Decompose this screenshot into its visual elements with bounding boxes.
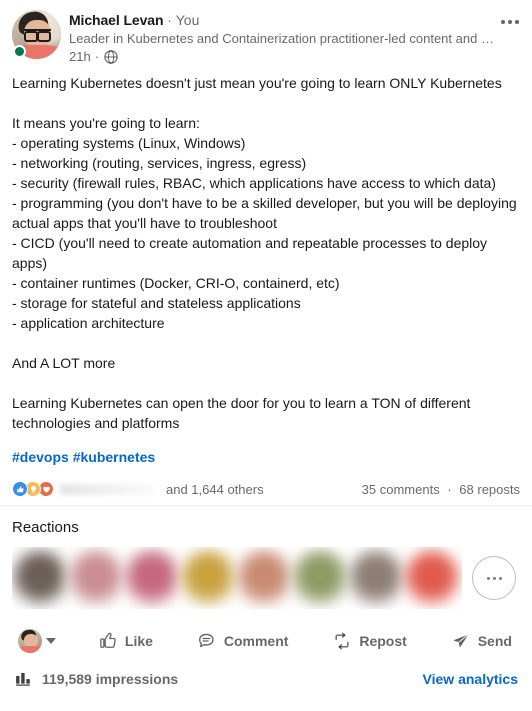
reactor-avatars[interactable] (12, 547, 462, 609)
reposts-count[interactable]: 68 reposts (459, 482, 520, 497)
avatar-photo-glasses (24, 29, 51, 42)
ellipsis-icon-dot-2 (508, 20, 512, 24)
impressions-group[interactable]: 119,589 impressions (14, 669, 178, 688)
reactions-summary[interactable]: and 1,644 others (12, 481, 264, 497)
reactions-avatar-row (12, 547, 520, 609)
author-name-line: Michael Levan · You (69, 11, 520, 29)
comment-bubble-icon (197, 631, 217, 651)
send-button[interactable]: Send (445, 625, 518, 657)
reactions-section: Reactions (0, 506, 532, 609)
author-headline: Leader in Kubernetes and Containerizatio… (69, 31, 494, 46)
comments-reposts-counts: 35 comments · 68 reposts (362, 482, 520, 497)
repost-arrows-icon (332, 631, 352, 651)
post-meta: 21h · (69, 48, 520, 65)
counts-separator: · (447, 481, 452, 497)
send-button-label: Send (477, 633, 512, 649)
analytics-bar: 119,589 impressions View analytics (0, 661, 532, 698)
repost-button-label: Repost (359, 633, 407, 649)
online-status-dot (13, 45, 26, 58)
react-as-selector[interactable] (14, 625, 60, 657)
meta-separator: · (94, 49, 100, 64)
post-action-bar: Like Comment Repost Send (0, 619, 532, 661)
post-options-button[interactable] (494, 6, 526, 38)
reactor-avatar-4[interactable] (180, 550, 236, 606)
reaction-others-count[interactable]: and 1,644 others (166, 482, 264, 497)
ellipsis-icon-dot-2 (492, 576, 496, 580)
comments-count[interactable]: 35 comments (362, 482, 440, 497)
ellipsis-icon-dot-1 (501, 20, 505, 24)
name-separator: · (167, 13, 172, 28)
reactions-title: Reactions (12, 519, 79, 536)
mini-avatar-shirt (18, 646, 42, 653)
author-avatar[interactable] (12, 10, 61, 59)
reactor-avatar-1[interactable] (12, 550, 68, 606)
user-avatar-small[interactable] (18, 629, 42, 653)
reactor-avatar-2[interactable] (68, 550, 124, 606)
ellipsis-icon-dot-1 (486, 576, 490, 580)
chevron-down-icon[interactable] (46, 638, 56, 644)
post-timestamp: 21h (69, 49, 91, 64)
reactor-avatar-3[interactable] (124, 550, 180, 606)
bar-chart-icon (14, 669, 33, 688)
author-name[interactable]: Michael Levan (69, 11, 164, 29)
author-info: Michael Levan · You Leader in Kubernetes… (69, 10, 520, 65)
repost-button[interactable]: Repost (326, 625, 412, 657)
post-header: Michael Levan · You Leader in Kubernetes… (0, 0, 532, 65)
post-hashtags: #devops #kubernetes (0, 447, 532, 467)
comment-button-label: Comment (223, 633, 289, 649)
post-text-content: Learning Kubernetes doesn't just mean yo… (12, 75, 517, 431)
ellipsis-icon-dot-3 (515, 20, 519, 24)
ellipsis-icon-dot-3 (498, 576, 502, 580)
reactor-avatar-8[interactable] (404, 550, 460, 606)
thumbs-up-icon (98, 631, 118, 651)
comment-button[interactable]: Comment (191, 625, 295, 657)
social-counts-bar: and 1,644 others 35 comments · 68 repost… (0, 473, 532, 506)
hashtag-kubernetes[interactable]: #kubernetes (73, 449, 155, 465)
globe-icon (104, 49, 118, 64)
like-button-label: Like (124, 633, 153, 649)
linkedin-post-card: Michael Levan · You Leader in Kubernetes… (0, 0, 532, 711)
view-analytics-link[interactable]: View analytics (423, 671, 518, 687)
reactor-avatar-7[interactable] (348, 550, 404, 606)
author-relationship-label: You (175, 12, 200, 28)
impressions-count: 119,589 impressions (42, 670, 179, 687)
reactor-avatar-6[interactable] (292, 550, 348, 606)
reactor-names-blurred[interactable] (60, 483, 154, 495)
paper-plane-icon (451, 631, 471, 651)
reaction-icon-group[interactable] (12, 481, 54, 497)
hashtag-devops[interactable]: #devops (12, 449, 69, 465)
like-icon (12, 481, 28, 497)
like-button[interactable]: Like (92, 625, 159, 657)
more-reactions-button[interactable] (472, 556, 516, 600)
reactor-avatar-5[interactable] (236, 550, 292, 606)
